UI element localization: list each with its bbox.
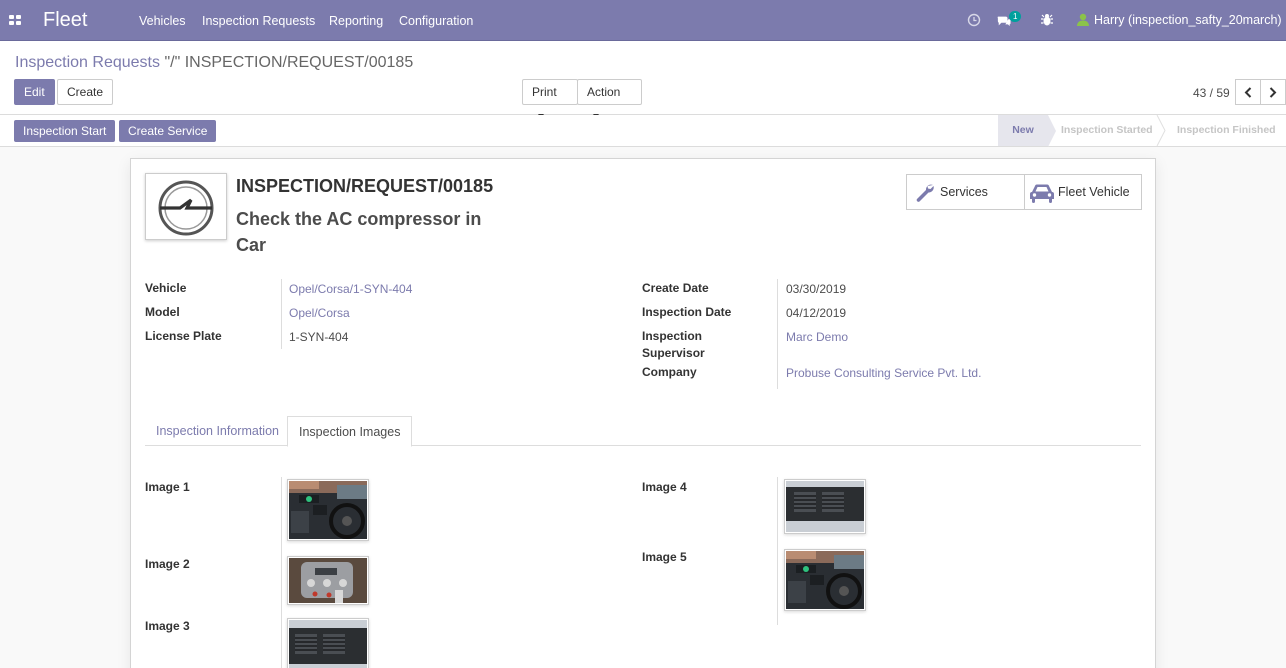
car-icon [1030,184,1054,203]
image-3-thumbnail[interactable] [287,618,369,668]
breadcrumb-parent-link[interactable]: Inspection Requests [15,54,160,71]
stage-inspection-finished[interactable]: Inspection Finished [1177,115,1276,146]
top-navbar: Fleet Vehicles Inspection Requests Repor… [0,0,1286,41]
create-date-value: 03/30/2019 [786,282,847,296]
create-button[interactable]: Create [57,79,114,105]
subject-line-1: Check the AC compressor in [236,209,482,229]
chevron-right-icon [1269,87,1277,98]
user-name: Harry (inspection_safty_20march) [1094,13,1282,27]
breadcrumb-separator: "/" [164,54,181,71]
climate-control-photo [289,558,367,603]
services-smart-button[interactable]: Services [906,174,1025,210]
image-2-label: Image 2 [145,557,190,571]
fleet-vehicle-smart-button[interactable]: Fleet Vehicle [1024,174,1142,210]
menu-configuration[interactable]: Configuration [399,14,473,28]
create-date-label: Create Date [642,281,709,295]
image-3-label: Image 3 [145,619,190,633]
inspection-start-button[interactable]: Inspection Start [14,120,116,142]
model-value[interactable]: Opel/Corsa [289,306,350,320]
company-label: Company [642,365,697,379]
inspection-date-label: Inspection Date [642,305,732,319]
vehicle-value[interactable]: Opel/Corsa/1-SYN-404 [289,282,412,296]
create-service-button[interactable]: Create Service [119,120,217,142]
image-5-thumbnail[interactable] [784,549,866,611]
image-1-thumbnail[interactable] [287,479,369,541]
fleet-vehicle-label: Fleet Vehicle [1058,185,1130,199]
debug-bug-icon[interactable] [1040,13,1054,27]
user-menu[interactable]: Harry (inspection_safty_20march) [1077,13,1282,27]
breadcrumb: Inspection Requests "/" INSPECTION/REQUE… [15,54,413,72]
inspection-supervisor-label: Inspection Supervisor [642,328,705,362]
field-divider [281,477,282,668]
inspection-supervisor-label-line-2: Supervisor [642,346,705,360]
menu-vehicles[interactable]: Vehicles [139,14,186,28]
menu-inspection-requests[interactable]: Inspection Requests [202,14,315,28]
notebook-tabs: Inspection Information Inspection Images [145,416,1141,447]
image-1-label: Image 1 [145,480,190,494]
vehicle-label: Vehicle [145,281,187,295]
tab-inspection-information[interactable]: Inspection Information [145,416,290,446]
wrench-icon [916,184,934,202]
opel-logo-icon [158,180,214,236]
license-plate-label: License Plate [145,329,222,343]
form-sheet: INSPECTION/REQUEST/00185 Check the AC co… [130,158,1156,668]
field-divider [281,279,282,349]
field-divider [777,477,778,625]
messages-count-badge: 1 [1009,11,1022,22]
stage-arrow [1048,115,1056,147]
pager-previous-button[interactable] [1235,79,1261,105]
inspection-date-value: 04/12/2019 [786,306,847,320]
model-label: Model [145,305,180,319]
car-interior-photo [786,551,864,609]
inspection-supervisor-value[interactable]: Marc Demo [786,330,848,344]
stage-new[interactable]: New [998,115,1048,146]
image-4-thumbnail[interactable] [784,479,866,534]
inspection-supervisor-label-line-1: Inspection [642,329,703,343]
pager-value[interactable]: 43 / 59 [1193,86,1230,100]
record-reference: INSPECTION/REQUEST/00185 [236,176,494,196]
stage-separator [1156,115,1166,146]
menu-reporting[interactable]: Reporting [329,14,383,28]
company-value[interactable]: Probuse Consulting Service Pvt. Ltd. [786,366,981,380]
subject-line-2: Car [236,235,267,255]
air-vent-photo [786,481,864,532]
action-dropdown[interactable]: Action [577,79,642,118]
user-avatar-icon [1077,13,1089,26]
print-label: Print [532,85,557,99]
pager-next-button[interactable] [1260,79,1286,105]
activity-clock-icon[interactable] [967,13,981,27]
services-label: Services [940,185,988,199]
control-panel: Inspection Requests "/" INSPECTION/REQUE… [0,41,1286,118]
car-interior-photo [289,481,367,539]
stage-inspection-started[interactable]: Inspection Started [1061,115,1153,146]
print-dropdown[interactable]: Print [522,79,578,118]
tab-inspection-images[interactable]: Inspection Images [287,416,413,447]
apps-menu-icon[interactable] [9,15,21,25]
action-label: Action [587,85,621,99]
image-4-label: Image 4 [642,480,687,494]
edit-button[interactable]: Edit [14,79,55,105]
vehicle-brand-logo[interactable] [145,173,227,240]
chevron-left-icon [1244,87,1252,98]
breadcrumb-current: INSPECTION/REQUEST/00185 [184,54,414,71]
field-divider [777,279,778,389]
license-plate-value: 1-SYN-404 [289,330,349,344]
statusbar: Inspection Start Create Service New Insp… [0,115,1286,147]
image-2-thumbnail[interactable] [287,556,369,605]
air-vent-photo [289,620,367,668]
record-subject: Check the AC compressor in Car [236,206,516,258]
app-brand[interactable]: Fleet [43,9,87,32]
image-5-label: Image 5 [642,550,687,564]
